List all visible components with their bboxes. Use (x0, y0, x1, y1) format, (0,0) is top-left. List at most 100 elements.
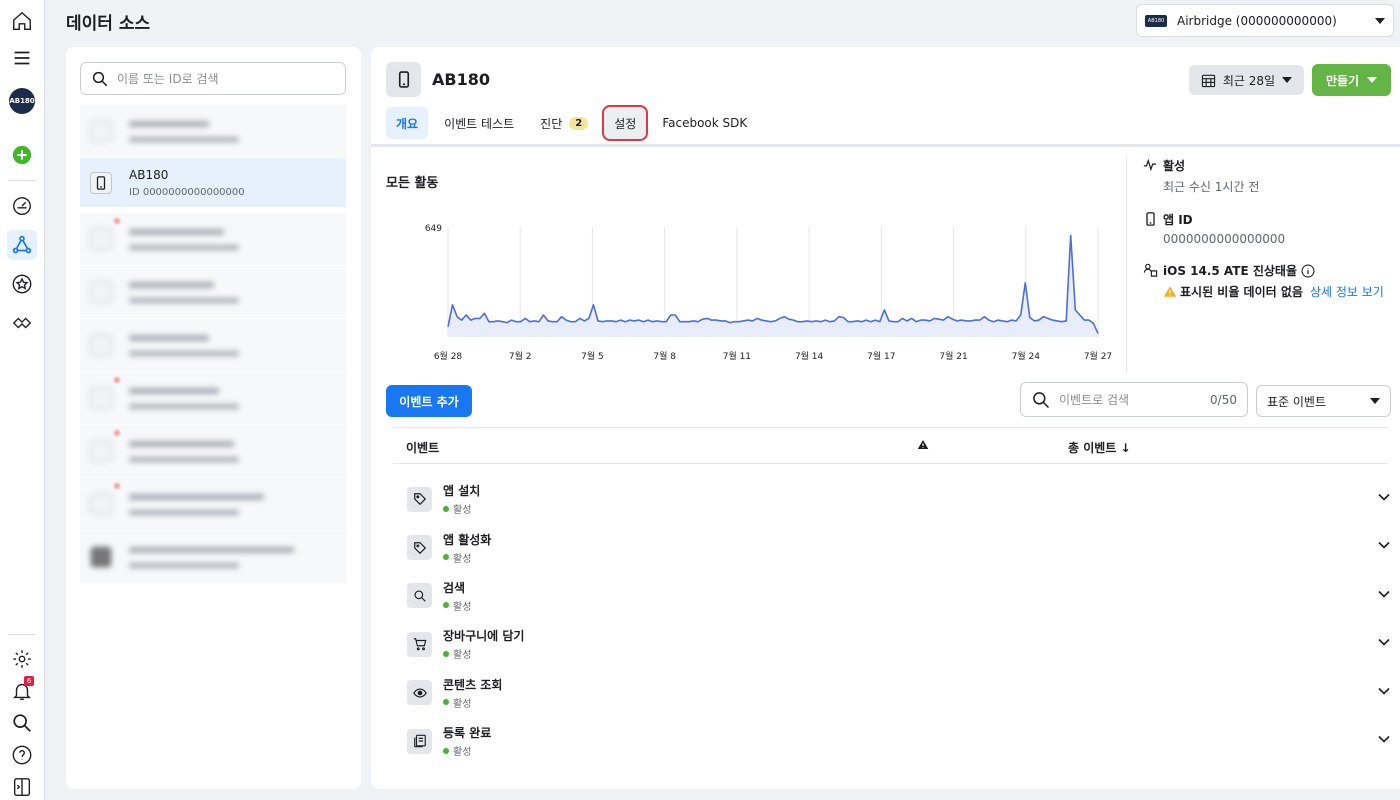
table-row[interactable]: 등록 완료 활성 (407, 717, 1390, 765)
tab-label: 설정 (614, 116, 637, 131)
list-item[interactable] (80, 372, 346, 424)
chevron-down-icon (1367, 77, 1378, 83)
event-status: 활성 (453, 601, 472, 613)
data-source-list-panel: 이름 또는 ID로 검색 AB180 ID 0000000000000000 (66, 47, 361, 789)
source-icon (90, 120, 112, 142)
list-item-selected[interactable]: AB180 ID 0000000000000000 (80, 158, 346, 207)
tab-facebook-sdk[interactable]: Facebook SDK (652, 107, 757, 139)
data-source-detail-panel: AB180 최근 28일 만들기 개요 이벤트 테스트 진단 2 설정 Faceb… (371, 47, 1400, 789)
list-item[interactable] (80, 531, 346, 583)
tab-diagnostics[interactable]: 진단 2 (530, 107, 598, 139)
source-search-input[interactable]: 이름 또는 ID로 검색 (80, 62, 346, 95)
chevron-down-icon[interactable] (1378, 590, 1390, 598)
table-row[interactable]: 검색 활성 (407, 572, 1390, 620)
notifications-icon[interactable]: 6 (7, 676, 37, 706)
warning-icon (1163, 286, 1177, 297)
account-logo[interactable]: AB180 (9, 88, 35, 114)
partner-icon[interactable] (7, 308, 37, 338)
list-item[interactable] (80, 213, 346, 265)
source-search-placeholder: 이름 또는 ID로 검색 (117, 72, 219, 86)
add-event-button[interactable]: 이벤트 추가 (386, 385, 472, 417)
source-icon (90, 546, 112, 568)
menu-icon[interactable] (7, 43, 37, 73)
info-icon[interactable] (1301, 264, 1315, 278)
chevron-down-icon[interactable] (1378, 735, 1390, 743)
table-row[interactable]: 콘텐츠 조회활성 (407, 669, 1390, 717)
app-id-value: 0000000000000000 (1163, 232, 1286, 246)
status-dot (443, 650, 449, 657)
source-icon (90, 228, 112, 250)
panel-toggle-icon[interactable] (7, 772, 37, 800)
dashboard-icon[interactable] (7, 191, 37, 221)
registration-icon (407, 728, 432, 754)
eye-icon (407, 680, 432, 706)
activity-chart: 6월 28 7월 2 7월 5 7월 8 7월 11 7월 14 7월 17 7월 21 7월 … (425, 224, 1112, 362)
source-list: AB180 ID 0000000000000000 (80, 105, 346, 584)
x-tick-label: 7월 11 (723, 350, 751, 362)
tab-label: 이벤트 테스트 (444, 116, 515, 131)
tab-overview[interactable]: 개요 (386, 107, 429, 139)
x-tick-label: 7월 5 (581, 350, 604, 362)
chevron-down-icon[interactable] (1378, 638, 1390, 646)
tab-settings[interactable]: 설정 (602, 105, 649, 141)
x-tick-label: 7월 14 (795, 350, 824, 362)
chevron-down-icon[interactable] (1378, 493, 1390, 501)
event-name: 콘텐츠 조회 (443, 677, 503, 692)
event-search-input[interactable]: 이벤트로 검색 0/50 (1020, 382, 1248, 417)
tab-label: 개요 (396, 116, 419, 131)
event-status: 활성 (453, 553, 472, 565)
error-dot (114, 377, 120, 383)
chevron-down-icon (1282, 77, 1293, 83)
status-dot (443, 747, 449, 754)
table-row[interactable]: 앱 설치 활성 (407, 475, 1390, 523)
ios-ate-title: iOS 14.5 ATE 진상태율 (1163, 264, 1297, 278)
x-tick-label: 7월 21 (939, 350, 967, 362)
status-value: 최근 수신 1시간 전 (1163, 180, 1260, 194)
list-item[interactable] (80, 266, 346, 318)
cart-icon (407, 631, 432, 657)
app-id-info: 앱 ID 0000000000000000 (1141, 211, 1396, 246)
events-table-header: 이벤트 총 이벤트 ↓ (393, 427, 1388, 464)
help-icon[interactable] (7, 740, 37, 770)
tab-divider (371, 144, 1400, 147)
account-logo-icon: AB180 (1145, 14, 1167, 27)
search-icon (92, 71, 108, 86)
x-tick-label: 6월 28 (434, 350, 463, 362)
events-list: 앱 설치 활성 앱 활성화 활성 검색 활성 장바구니에 담기 활성 콘텐츠 조회 활성 … (407, 475, 1390, 765)
col-total-events-header[interactable]: 총 이벤트 ↓ (1068, 439, 1131, 456)
list-item[interactable] (80, 425, 346, 477)
status-info: 활성 최근 수신 1시간 전 (1141, 157, 1396, 195)
left-nav-rail: AB180 6 (0, 0, 45, 800)
app-id-title: 앱 ID (1163, 213, 1193, 227)
event-status: 활성 (453, 698, 472, 710)
settings-icon[interactable] (7, 644, 37, 674)
account-selector[interactable]: AB180 Airbridge (000000000000) (1136, 4, 1394, 37)
event-name: 앱 활성화 (443, 532, 492, 547)
event-type-select[interactable]: 표준 이벤트 (1256, 385, 1391, 417)
learn-more-link[interactable]: 상세 정보 보기 (1310, 283, 1384, 300)
create-icon[interactable] (7, 140, 37, 170)
error-dot (114, 430, 120, 436)
tab-test-events[interactable]: 이벤트 테스트 (434, 107, 524, 139)
error-dot (114, 483, 120, 489)
date-range-button[interactable]: 최근 28일 (1189, 65, 1304, 95)
star-icon[interactable] (7, 269, 37, 299)
warning-icon (917, 439, 929, 453)
source-info-panel: 활성 최근 수신 1시간 전 앱 ID 0000000000000000 iOS… (1126, 157, 1396, 372)
search-icon[interactable] (7, 708, 37, 738)
list-item[interactable] (80, 478, 346, 530)
chevron-down-icon[interactable] (1378, 687, 1390, 695)
page-title: 데이터 소스 (66, 14, 151, 34)
chevron-down-icon[interactable] (1378, 541, 1390, 550)
table-row[interactable]: 장바구니에 담기 활성 (407, 620, 1390, 668)
notification-badge: 6 (24, 676, 34, 686)
create-button[interactable]: 만들기 (1312, 64, 1391, 96)
list-item[interactable] (80, 319, 346, 371)
event-status: 활성 (453, 505, 472, 517)
status-dot (443, 554, 449, 561)
list-item[interactable] (80, 105, 346, 157)
status-dot (443, 699, 449, 706)
table-row[interactable]: 앱 활성화활성 (407, 523, 1390, 571)
events-manager-icon[interactable] (7, 230, 37, 260)
home-icon[interactable] (7, 6, 37, 36)
